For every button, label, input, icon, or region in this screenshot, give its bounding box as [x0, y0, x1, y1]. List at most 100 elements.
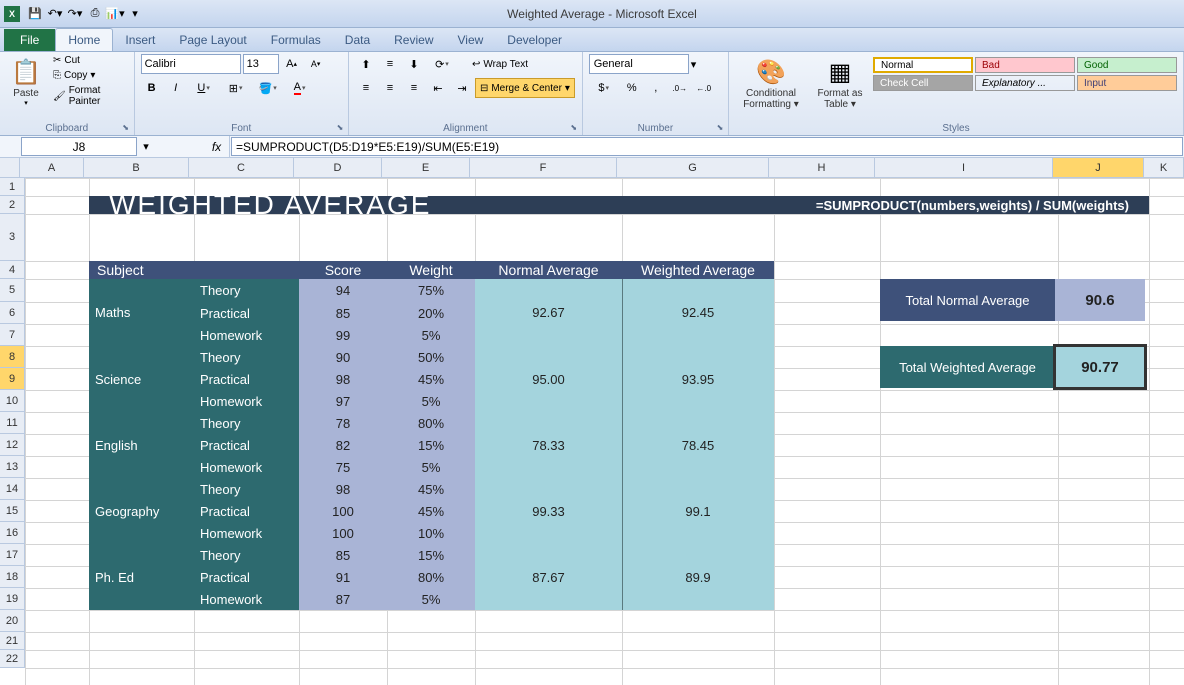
row-header-15[interactable]: 15 [0, 500, 25, 522]
tab-file[interactable]: File [4, 29, 55, 51]
row-header-8[interactable]: 8 [0, 346, 25, 368]
name-box[interactable]: J8 [21, 137, 137, 156]
align-right-button[interactable]: ≡ [403, 78, 425, 98]
font-color-button[interactable]: A▾ [285, 78, 315, 98]
format-as-table-button[interactable]: ▦ Format as Table ▾ [811, 54, 869, 112]
style-input[interactable]: Input [1077, 75, 1177, 91]
row-header-18[interactable]: 18 [0, 566, 25, 588]
fill-color-button[interactable]: 🪣▾ [253, 78, 283, 98]
row-header-3[interactable]: 3 [0, 214, 25, 261]
align-left-button[interactable]: ≡ [355, 78, 377, 98]
formula-input[interactable]: =SUMPRODUCT(D5:D19*E5:E19)/SUM(E5:E19) [231, 137, 1183, 156]
style-good[interactable]: Good [1077, 57, 1177, 73]
bold-button[interactable]: B [141, 78, 163, 98]
number-format-combo[interactable] [589, 54, 689, 74]
col-header-I[interactable]: I [875, 158, 1053, 178]
decrease-decimal-button[interactable]: ←.0 [693, 78, 715, 98]
paste-button[interactable]: 📋 Paste ▾ [6, 54, 46, 109]
tab-insert[interactable]: Insert [113, 29, 167, 51]
increase-decimal-button[interactable]: .0→ [669, 78, 691, 98]
row-header-6[interactable]: 6 [0, 302, 25, 324]
align-middle-button[interactable]: ≡ [379, 54, 401, 74]
row-header-14[interactable]: 14 [0, 478, 25, 500]
row-header-13[interactable]: 13 [0, 456, 25, 478]
tab-view[interactable]: View [446, 29, 496, 51]
style-explanatory[interactable]: Explanatory ... [975, 75, 1075, 91]
col-header-D[interactable]: D [294, 158, 382, 178]
clipboard-dialog-launcher[interactable]: ⬊ [120, 121, 132, 133]
style-check-cell[interactable]: Check Cell [873, 75, 973, 91]
qat-extra-1[interactable]: ⎙ [86, 5, 104, 23]
grow-font-button[interactable]: A▴ [281, 54, 303, 74]
align-bottom-button[interactable]: ⬇ [403, 54, 425, 74]
row-header-9[interactable]: 9 [0, 368, 25, 390]
tab-home[interactable]: Home [55, 28, 113, 51]
col-header-C[interactable]: C [189, 158, 294, 178]
conditional-formatting-button[interactable]: 🎨 Conditional Formatting ▾ [735, 54, 807, 112]
alignment-dialog-launcher[interactable]: ⬊ [568, 121, 580, 133]
style-bad[interactable]: Bad [975, 57, 1075, 73]
redo-button[interactable]: ↷▾ [66, 5, 84, 23]
col-header-K[interactable]: K [1144, 158, 1184, 178]
col-header-H[interactable]: H [769, 158, 875, 178]
underline-button[interactable]: U▾ [189, 78, 219, 98]
merge-center-button[interactable]: ⊟Merge & Center▾ [475, 78, 575, 98]
borders-button[interactable]: ⊞▾ [221, 78, 251, 98]
comma-button[interactable]: , [645, 78, 667, 98]
fx-button[interactable]: fx [204, 136, 230, 157]
row-header-17[interactable]: 17 [0, 544, 25, 566]
font-label: Font [135, 123, 348, 134]
undo-button[interactable]: ↶▾ [46, 5, 64, 23]
tab-data[interactable]: Data [333, 29, 382, 51]
tab-formulas[interactable]: Formulas [259, 29, 333, 51]
font-size-combo[interactable] [243, 54, 279, 74]
increase-indent-button[interactable]: ⇥ [451, 78, 473, 98]
shrink-font-button[interactable]: A▾ [305, 54, 327, 74]
name-box-dropdown[interactable]: ▾ [138, 136, 154, 157]
cut-button[interactable]: ✂Cut [50, 54, 128, 67]
align-top-button[interactable]: ⬆ [355, 54, 377, 74]
col-header-B[interactable]: B [84, 158, 189, 178]
row-header-20[interactable]: 20 [0, 610, 25, 632]
tab-page-layout[interactable]: Page Layout [167, 29, 258, 51]
format-painter-button[interactable]: 🖌Format Painter [50, 84, 128, 108]
col-header-E[interactable]: E [382, 158, 470, 178]
qat-extra-2[interactable]: 📊▾ [106, 5, 124, 23]
col-header-F[interactable]: F [470, 158, 617, 178]
row-header-22[interactable]: 22 [0, 650, 25, 668]
font-dialog-launcher[interactable]: ⬊ [334, 121, 346, 133]
decrease-indent-button[interactable]: ⇤ [427, 78, 449, 98]
col-header-J[interactable]: J [1053, 158, 1144, 178]
select-all-corner[interactable] [0, 158, 20, 178]
row-header-21[interactable]: 21 [0, 632, 25, 650]
number-dialog-launcher[interactable]: ⬊ [714, 121, 726, 133]
currency-button[interactable]: $▾ [589, 78, 619, 98]
orientation-button[interactable]: ⟳▾ [427, 54, 457, 74]
row-header-1[interactable]: 1 [0, 178, 25, 196]
copy-button[interactable]: ⎘Copy▾ [50, 69, 128, 82]
tab-developer[interactable]: Developer [495, 29, 574, 51]
row-header-12[interactable]: 12 [0, 434, 25, 456]
row-header-5[interactable]: 5 [0, 279, 25, 302]
col-header-G[interactable]: G [617, 158, 769, 178]
row-header-7[interactable]: 7 [0, 324, 25, 346]
row-header-10[interactable]: 10 [0, 390, 25, 412]
weighted-avg-cell: 92.45 [622, 279, 774, 346]
row-header-2[interactable]: 2 [0, 196, 25, 214]
avg-divider [622, 279, 623, 610]
col-header-A[interactable]: A [20, 158, 84, 178]
save-button[interactable]: 💾 [26, 5, 44, 23]
qat-customize[interactable]: ▾ [126, 5, 144, 23]
row-header-4[interactable]: 4 [0, 261, 25, 279]
percent-button[interactable]: % [621, 78, 643, 98]
wrap-text-button[interactable]: ↩Wrap Text [469, 58, 531, 71]
row-header-19[interactable]: 19 [0, 588, 25, 610]
font-name-combo[interactable] [141, 54, 241, 74]
tab-review[interactable]: Review [382, 29, 445, 51]
style-normal[interactable]: Normal [873, 57, 973, 73]
align-center-button[interactable]: ≡ [379, 78, 401, 98]
cells-area[interactable]: WEIGHTED AVERAGE=SUMPRODUCT(numbers,weig… [25, 178, 1184, 685]
italic-button[interactable]: I [165, 78, 187, 98]
row-header-16[interactable]: 16 [0, 522, 25, 544]
row-header-11[interactable]: 11 [0, 412, 25, 434]
